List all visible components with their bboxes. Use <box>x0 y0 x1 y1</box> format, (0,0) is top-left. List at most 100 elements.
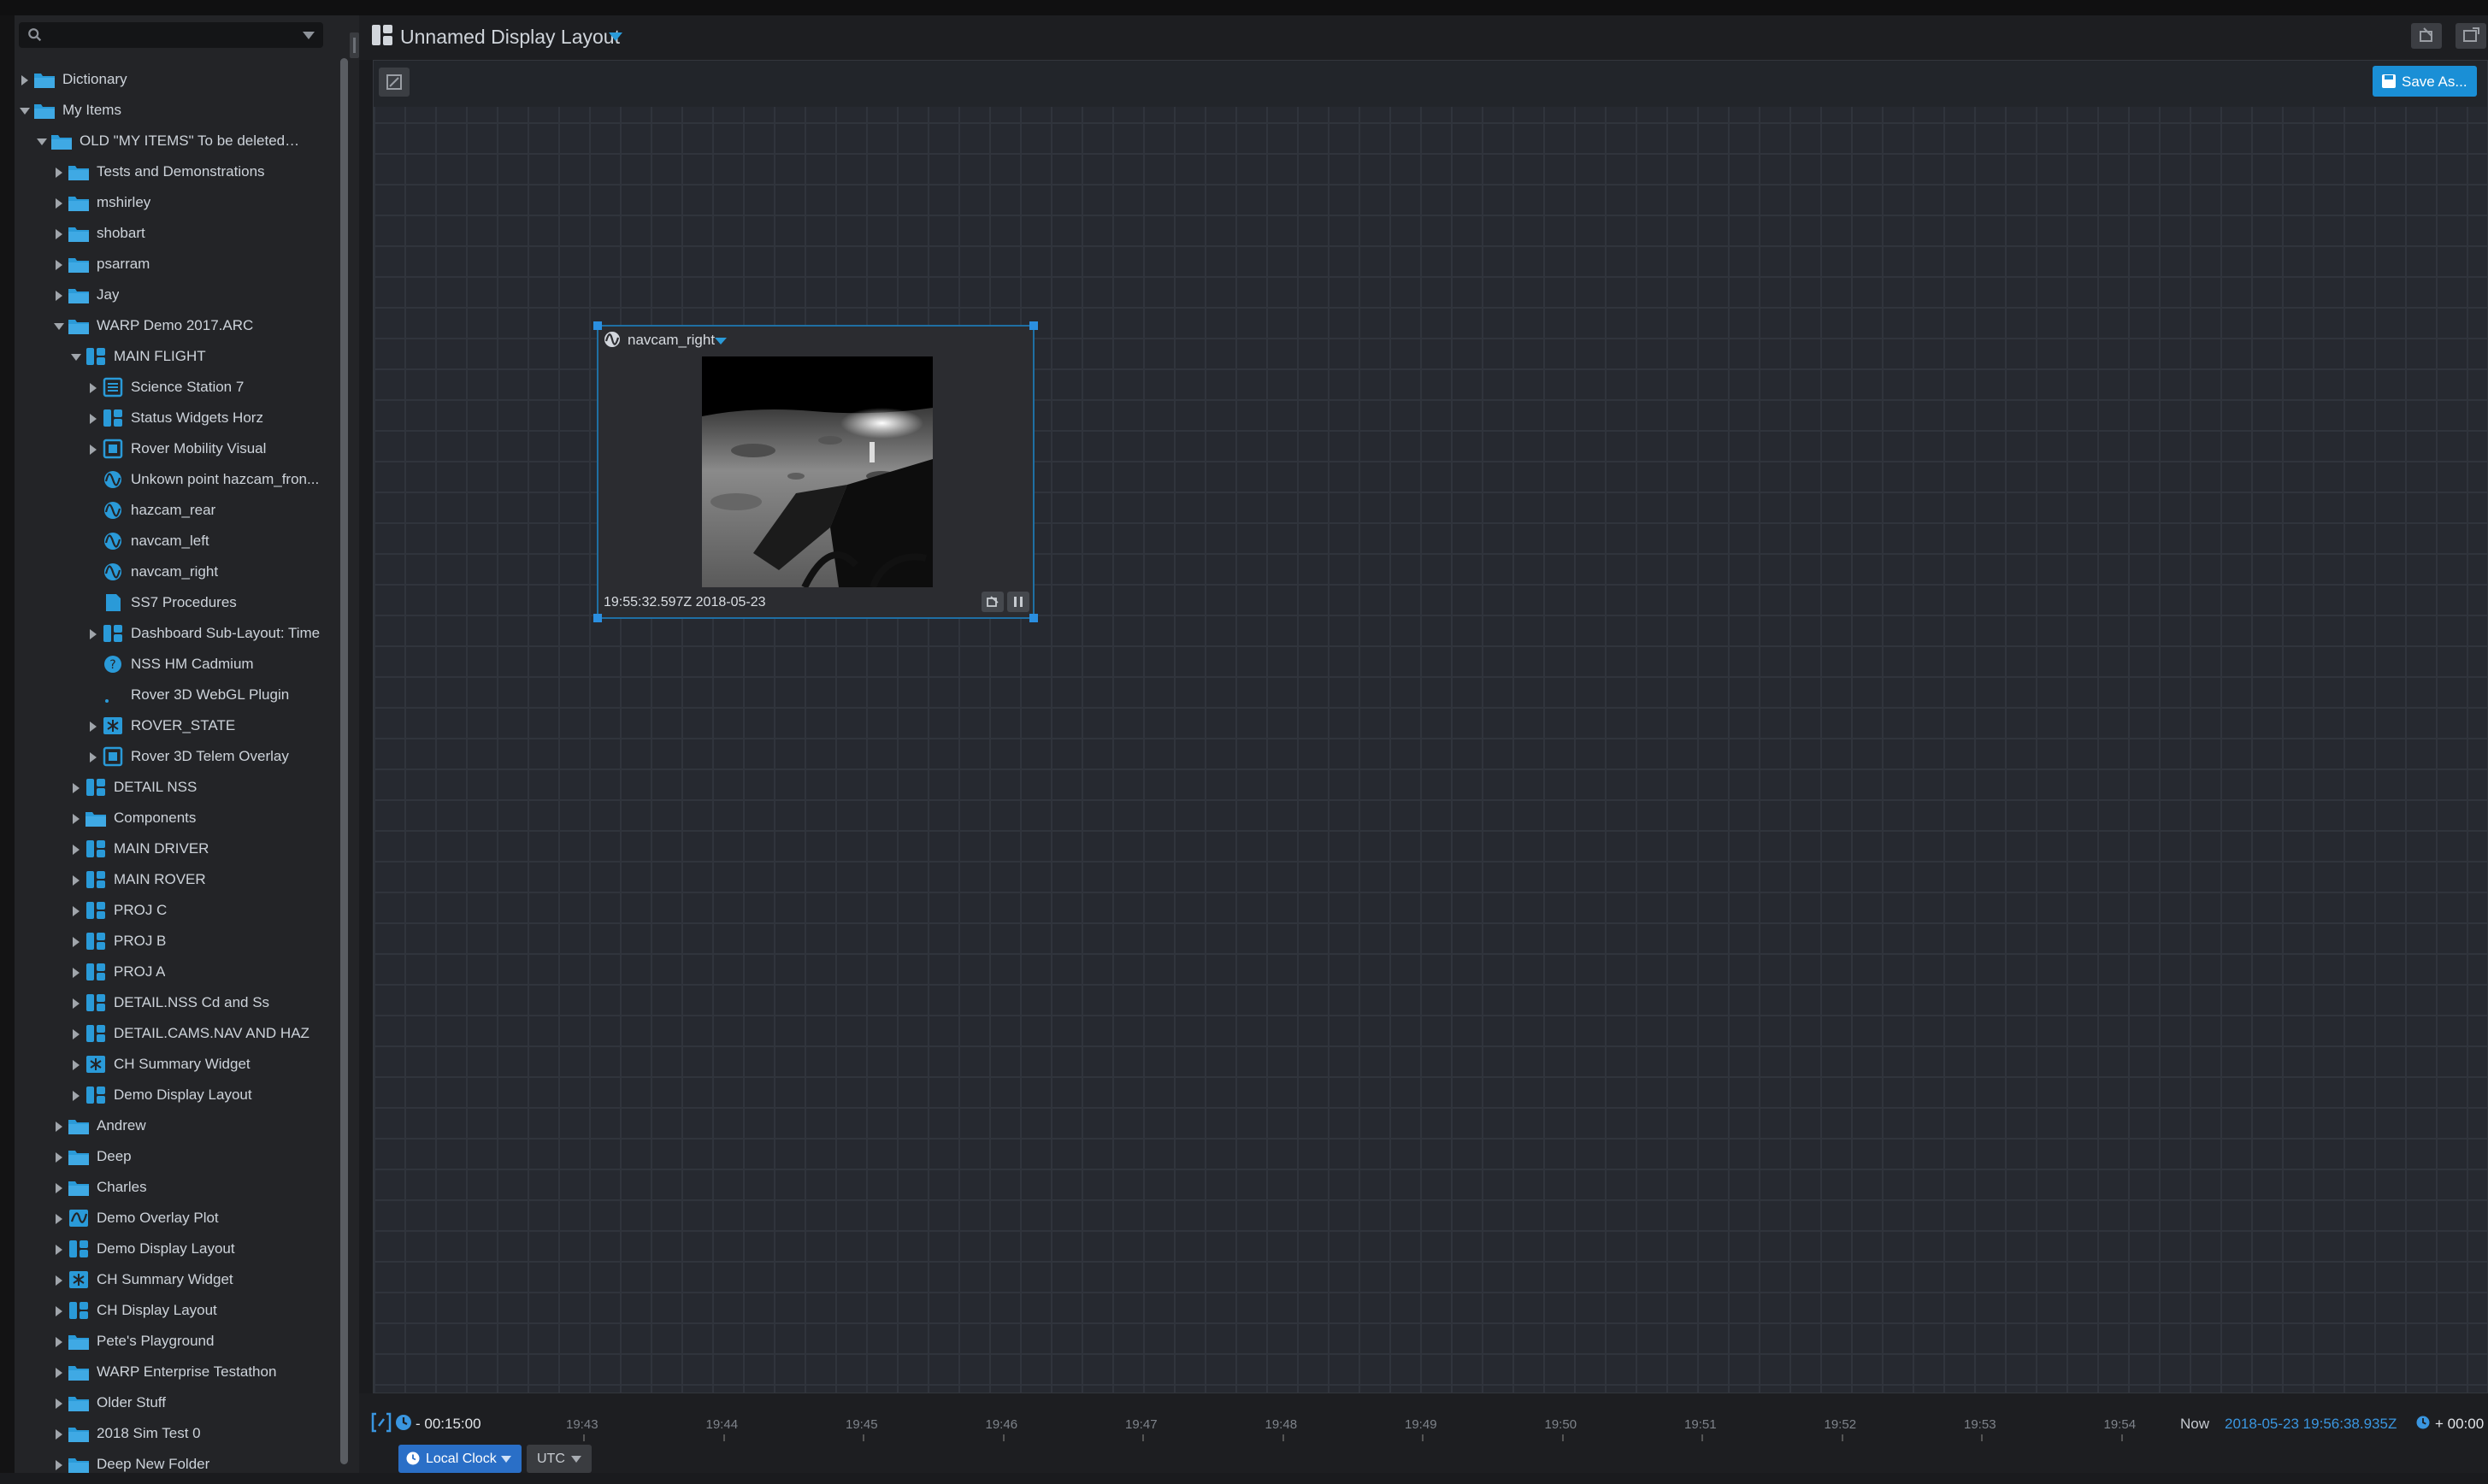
tree-item[interactable]: Components <box>15 804 338 834</box>
tree-item[interactable]: OLD "MY ITEMS" To be deleted So... <box>15 127 338 157</box>
tree-item[interactable]: 2018 Sim Test 0 <box>15 1419 338 1450</box>
tree-item[interactable]: PROJ A <box>15 957 338 988</box>
tree-item[interactable]: CH Display Layout <box>15 1296 338 1327</box>
tree-item[interactable]: Rover 3D WebGL Plugin <box>15 680 338 711</box>
tree-item[interactable]: mshirley <box>15 188 338 219</box>
page-title[interactable]: Unnamed Display Layout <box>400 26 620 49</box>
tree-item[interactable]: Rover Mobility Visual <box>15 434 338 465</box>
tree-item[interactable]: MAIN DRIVER <box>15 834 338 865</box>
new-tab-button[interactable] <box>2411 23 2442 49</box>
tree-item[interactable]: navcam_left <box>15 527 338 557</box>
chevron-right-icon[interactable] <box>54 197 64 209</box>
chevron-right-icon[interactable] <box>71 1059 81 1071</box>
timesystem-selector-button[interactable]: UTC <box>527 1445 592 1473</box>
chevron-right-icon[interactable] <box>88 382 98 394</box>
chevron-right-icon[interactable] <box>71 782 81 794</box>
chevron-right-icon[interactable] <box>54 1428 64 1440</box>
end-offset[interactable]: + 00:00 <box>2435 1416 2484 1433</box>
search-box[interactable] <box>19 22 323 48</box>
tree-item[interactable]: DETAIL NSS <box>15 773 338 804</box>
chevron-right-icon[interactable] <box>71 1090 81 1102</box>
chevron-down-icon[interactable] <box>37 136 47 148</box>
chevron-down-icon[interactable] <box>71 351 81 363</box>
chevron-right-icon[interactable] <box>54 228 64 240</box>
tree-item[interactable]: Dictionary <box>15 65 338 96</box>
chevron-right-icon[interactable] <box>71 844 81 856</box>
chevron-right-icon[interactable] <box>54 1182 64 1194</box>
start-offset[interactable]: - 00:15:00 <box>416 1416 481 1433</box>
tree-item[interactable]: CH Summary Widget <box>15 1050 338 1081</box>
tree-item[interactable]: ROVER_STATE <box>15 711 338 742</box>
tree-item[interactable]: WARP Demo 2017.ARC <box>15 311 338 342</box>
tree-item[interactable]: psarram <box>15 250 338 280</box>
resize-handle-sw[interactable] <box>593 614 602 622</box>
search-input[interactable] <box>50 26 289 44</box>
chevron-right-icon[interactable] <box>88 628 98 640</box>
chevron-right-icon[interactable] <box>54 1367 64 1379</box>
fullscreen-button[interactable] <box>2456 23 2486 49</box>
tree-item[interactable]: Dashboard Sub-Layout: Time <box>15 619 338 650</box>
chevron-right-icon[interactable] <box>71 967 81 979</box>
tree-item[interactable]: Andrew <box>15 1111 338 1142</box>
tree-item[interactable]: Unkown point hazcam_fron... <box>15 465 338 496</box>
tree-item[interactable]: Tests and Demonstrations <box>15 157 338 188</box>
chevron-right-icon[interactable] <box>54 1336 64 1348</box>
resize-handle-se[interactable] <box>1029 614 1038 622</box>
chevron-right-icon[interactable] <box>54 1275 64 1287</box>
save-as-button[interactable]: Save As... <box>2373 66 2477 97</box>
tree-item[interactable]: Demo Display Layout <box>15 1234 338 1265</box>
chevron-right-icon[interactable] <box>88 721 98 733</box>
chevron-down-icon[interactable] <box>20 105 30 117</box>
tree-item[interactable]: Charles <box>15 1173 338 1204</box>
tree-item[interactable]: MAIN ROVER <box>15 865 338 896</box>
chevron-right-icon[interactable] <box>54 259 64 271</box>
tree-item[interactable]: Status Widgets Horz <box>15 403 338 434</box>
chevron-right-icon[interactable] <box>54 1459 64 1471</box>
title-chevron-down-icon[interactable] <box>609 32 622 41</box>
chevron-right-icon[interactable] <box>54 1151 64 1163</box>
chevron-right-icon[interactable] <box>71 936 81 948</box>
chevron-right-icon[interactable] <box>54 1398 64 1410</box>
tree-item[interactable]: My Items <box>15 96 338 127</box>
layout-canvas[interactable]: Save As... <box>373 60 2488 1393</box>
chevron-right-icon[interactable] <box>54 1305 64 1317</box>
tree-item[interactable]: shobart <box>15 219 338 250</box>
clock-selector-button[interactable]: Local Clock <box>398 1445 522 1473</box>
chevron-right-icon[interactable] <box>88 444 98 456</box>
tree-item[interactable]: PROJ C <box>15 896 338 927</box>
chevron-down-icon[interactable] <box>54 321 64 333</box>
tree-item[interactable]: Pete's Playground <box>15 1327 338 1357</box>
tree-item[interactable]: Demo Overlay Plot <box>15 1204 338 1234</box>
chevron-right-icon[interactable] <box>54 167 64 179</box>
chevron-right-icon[interactable] <box>71 874 81 886</box>
pane-splitter-icon[interactable] <box>350 32 359 58</box>
tree-item[interactable]: Older Stuff <box>15 1388 338 1419</box>
tree-item[interactable]: Rover 3D Telem Overlay <box>15 742 338 773</box>
tree-item[interactable]: DETAIL.CAMS.NAV AND HAZ <box>15 1019 338 1050</box>
widget-title-chevron-down-icon[interactable] <box>715 338 727 344</box>
chevron-right-icon[interactable] <box>88 413 98 425</box>
time-bounds-icon[interactable] <box>371 1412 392 1433</box>
search-menu-chevron-icon[interactable] <box>303 32 315 39</box>
tree-item[interactable]: Demo Display Layout <box>15 1081 338 1111</box>
tree-item[interactable]: Jay <box>15 280 338 311</box>
resize-handle-nw[interactable] <box>593 321 602 330</box>
tree-item[interactable]: navcam_right <box>15 557 338 588</box>
tree-item[interactable]: DETAIL.NSS Cd and Ss <box>15 988 338 1019</box>
widget-title[interactable]: navcam_right <box>628 332 715 349</box>
tree-item[interactable]: ? NSS HM Cadmium <box>15 650 338 680</box>
tree-item[interactable]: Deep <box>15 1142 338 1173</box>
resize-handle-ne[interactable] <box>1029 321 1038 330</box>
tree-scrollbar[interactable] <box>340 58 348 1464</box>
chevron-right-icon[interactable] <box>71 998 81 1010</box>
tree-item[interactable]: CH Summary Widget <box>15 1265 338 1296</box>
pause-button[interactable] <box>1007 592 1029 612</box>
tree-item[interactable]: PROJ B <box>15 927 338 957</box>
chevron-right-icon[interactable] <box>71 813 81 825</box>
chevron-right-icon[interactable] <box>71 905 81 917</box>
chevron-right-icon[interactable] <box>54 1244 64 1256</box>
chevron-right-icon[interactable] <box>71 1028 81 1040</box>
chevron-right-icon[interactable] <box>20 74 30 86</box>
tree-item[interactable]: MAIN FLIGHT <box>15 342 338 373</box>
edit-button[interactable] <box>379 68 410 97</box>
